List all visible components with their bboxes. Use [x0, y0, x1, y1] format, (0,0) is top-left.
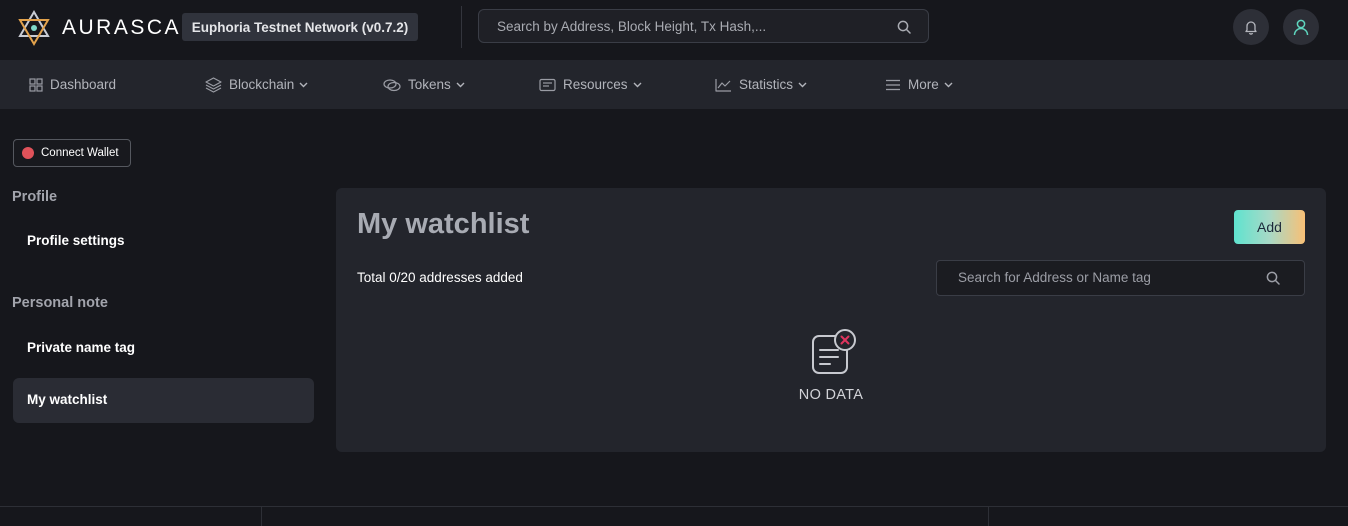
nav-tokens[interactable]: Tokens	[383, 60, 465, 109]
layers-icon	[205, 76, 222, 93]
footer-column-divider	[988, 507, 989, 526]
personal-note-heading: Personal note	[12, 295, 108, 311]
footer-column-divider	[261, 507, 262, 526]
nav-label: Resources	[563, 77, 628, 92]
chevron-down-icon	[456, 82, 465, 88]
sidebar-item-profile-settings[interactable]: Profile settings	[27, 233, 125, 248]
watchlist-search-input[interactable]: Search for Address or Name tag	[936, 260, 1305, 296]
sidebar-item-my-watchlist[interactable]: My watchlist	[27, 392, 107, 407]
no-data-icon	[810, 328, 858, 376]
nav-dashboard[interactable]: Dashboard	[29, 60, 116, 109]
global-search-input[interactable]: Search by Address, Block Height, Tx Hash…	[478, 9, 929, 43]
nav-label: Tokens	[408, 77, 451, 92]
connect-wallet-label: Connect Wallet	[41, 147, 119, 159]
notifications-button[interactable]	[1233, 9, 1269, 45]
header-divider	[461, 6, 462, 48]
top-header: AURASCAN Euphoria Testnet Network (v0.7.…	[0, 0, 1348, 58]
sidebar-item-private-name-tag[interactable]: Private name tag	[27, 340, 135, 355]
document-icon	[539, 78, 556, 92]
no-data-label: NO DATA	[798, 387, 864, 403]
footer-divider	[0, 506, 1348, 507]
network-badge[interactable]: Euphoria Testnet Network (v0.7.2)	[182, 13, 418, 41]
search-icon[interactable]	[897, 20, 911, 34]
chevron-down-icon	[633, 82, 642, 88]
chevron-down-icon	[798, 82, 807, 88]
aurascan-logo-icon	[16, 10, 52, 46]
watchlist-search-placeholder: Search for Address or Name tag	[958, 270, 1151, 285]
search-icon[interactable]	[1266, 271, 1280, 285]
watchlist-count: Total 0/20 addresses added	[357, 270, 523, 285]
watchlist-panel: My watchlist Add Total 0/20 addresses ad…	[336, 188, 1326, 452]
nav-more[interactable]: More	[885, 60, 953, 109]
nav-label: Statistics	[739, 77, 794, 92]
global-search-placeholder: Search by Address, Block Height, Tx Hash…	[497, 19, 767, 34]
page-title: My watchlist	[357, 208, 530, 240]
nav-label: More	[908, 77, 939, 92]
nav-blockchain[interactable]: Blockchain	[205, 60, 308, 109]
nav-label: Blockchain	[229, 77, 295, 92]
bell-icon	[1243, 19, 1259, 35]
grid-icon	[29, 77, 43, 92]
nav-resources[interactable]: Resources	[539, 60, 642, 109]
profile-heading: Profile	[12, 189, 58, 205]
nav-label: Dashboard	[50, 77, 117, 92]
add-button[interactable]: Add	[1234, 210, 1305, 244]
aurascan-logo[interactable]: AURASCAN	[16, 10, 199, 46]
chart-icon	[715, 78, 732, 92]
nav-statistics[interactable]: Statistics	[715, 60, 807, 109]
coins-icon	[383, 78, 401, 92]
user-icon	[1292, 18, 1310, 36]
chevron-down-icon	[299, 82, 308, 88]
user-account-button[interactable]	[1283, 9, 1319, 45]
logo-text: AURASCAN	[62, 16, 199, 39]
chevron-down-icon	[944, 82, 953, 88]
menu-icon	[885, 79, 901, 91]
connect-wallet-button[interactable]: Connect Wallet	[13, 139, 131, 167]
main-nav: Dashboard Blockchain Tokens Resources St…	[0, 60, 1348, 109]
wallet-status-dot	[22, 147, 34, 159]
